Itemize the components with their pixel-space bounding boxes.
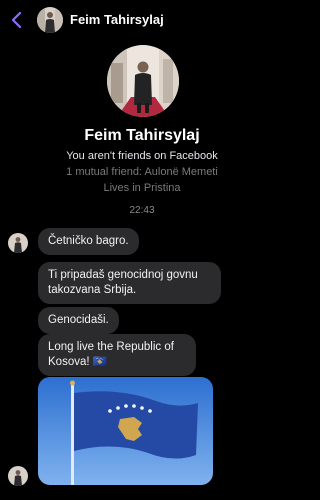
chevron-left-icon[interactable] bbox=[10, 12, 24, 28]
message-bubble[interactable]: Long live the Republic of Kosova! 🇽🇰 bbox=[38, 334, 196, 376]
kosovo-flag-image bbox=[38, 377, 213, 485]
location-text: Lives in Pristina bbox=[103, 182, 181, 194]
message-timestamp: 22:43 bbox=[129, 205, 155, 216]
image-message[interactable] bbox=[38, 377, 213, 485]
profile-photo[interactable] bbox=[107, 45, 179, 117]
friend-status: You aren't friends on Facebook bbox=[66, 150, 218, 162]
message-bubble[interactable]: Četničko bagro. bbox=[38, 228, 139, 255]
message-bubble[interactable]: Genocidaši. bbox=[38, 307, 119, 334]
chat-header: Feim Tahirsylaj bbox=[0, 0, 284, 40]
message-bubble[interactable]: Ti pripadaš genocidnoj govnu takozvana S… bbox=[38, 262, 221, 304]
header-contact-name[interactable]: Feim Tahirsylaj bbox=[70, 12, 164, 27]
header-avatar[interactable] bbox=[37, 7, 63, 33]
mutual-friends[interactable]: 1 mutual friend: Aulonë Memeti bbox=[0, 166, 284, 178]
sender-avatar[interactable] bbox=[8, 466, 28, 486]
profile-name: Feim Tahirsylaj bbox=[84, 127, 200, 144]
sender-avatar[interactable] bbox=[8, 233, 28, 253]
